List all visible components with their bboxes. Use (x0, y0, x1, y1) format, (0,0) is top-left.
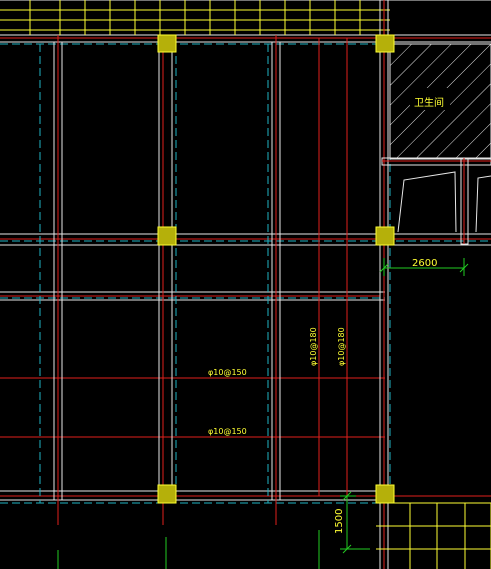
rebar-label-v2[interactable]: φ10@180 (337, 327, 346, 366)
rebar-label-v1[interactable]: φ10@180 (309, 327, 318, 366)
right-room-walls (381, 157, 491, 245)
column[interactable] (375, 34, 395, 53)
column[interactable] (157, 484, 177, 504)
rebar-label-h2[interactable]: φ10@150 (208, 427, 247, 436)
bottom-right-rebar-grid (376, 502, 491, 569)
rebar-label-h1[interactable]: φ10@150 (208, 368, 247, 377)
column[interactable] (375, 226, 395, 246)
column[interactable] (157, 226, 177, 246)
column[interactable] (157, 34, 177, 53)
dimension-lines (57, 258, 469, 569)
top-rebar-strip (0, 0, 390, 35)
dimension-1500[interactable]: 1500 (334, 509, 345, 534)
column[interactable] (375, 484, 395, 504)
cad-drawing-canvas[interactable]: 卫生间 φ10@150 φ10@150 φ10@180 φ10@180 2600… (0, 0, 491, 569)
dimension-2600[interactable]: 2600 (412, 258, 437, 269)
cad-plan-view[interactable]: 卫生间 φ10@150 φ10@150 φ10@180 φ10@180 2600… (0, 0, 491, 569)
bathroom-label: 卫生间 (414, 96, 444, 109)
bathroom-area[interactable]: 卫生间 (389, 43, 491, 160)
